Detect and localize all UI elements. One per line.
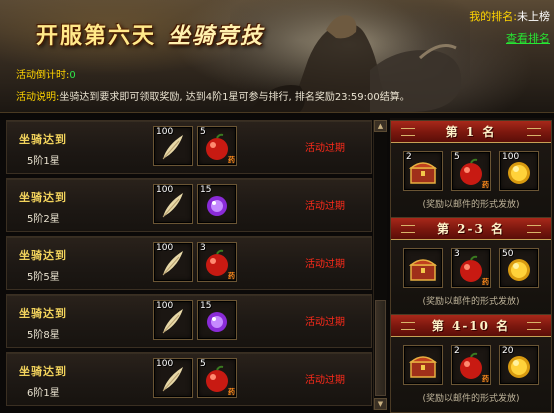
countdown-value: 0 bbox=[69, 70, 76, 81]
item-slot[interactable]: 15 bbox=[197, 184, 237, 224]
item-slot[interactable]: 5 药 bbox=[451, 151, 491, 191]
feather-icon bbox=[162, 251, 183, 276]
item-slot[interactable]: 15 bbox=[197, 300, 237, 340]
treasure-chest-icon bbox=[408, 356, 438, 378]
claim-status-expired[interactable]: 活动过期 bbox=[305, 197, 345, 212]
claim-status-expired[interactable]: 活动过期 bbox=[305, 313, 345, 328]
description-text: 坐骑达到要求即可领取奖励, 达到4阶1星可参与排行, 排名奖励23:59:00结… bbox=[59, 92, 410, 103]
reward-requirement: 6阶1星 bbox=[27, 388, 60, 399]
scroll-thumb[interactable] bbox=[375, 300, 386, 396]
reward-title: 坐骑达到 bbox=[19, 191, 67, 204]
item-slot[interactable]: 100 bbox=[153, 358, 193, 398]
ranking-rewards-panel: 第 1 名 2 5 药 100 (奖励以邮件的形式发放) 第 2-3 名 3 药… bbox=[390, 118, 554, 413]
item-slot[interactable]: 2 bbox=[403, 151, 443, 191]
activity-window: 开服第六天 坐骑竞技 我的排名:未上榜 查看排名 活动倒计时:0 活动说明:坐骑达… bbox=[0, 0, 554, 413]
rank-reward-box: 第 2-3 名 3 药 50 (奖励以邮件的形式发放) bbox=[390, 217, 552, 316]
scroll-up-button[interactable]: ▲ bbox=[374, 120, 387, 132]
reward-row: 坐骑达到 5阶8星 100 15 活动过期 bbox=[6, 294, 372, 348]
item-slot[interactable]: 100 bbox=[153, 184, 193, 224]
item-slot[interactable]: 3 药 bbox=[451, 248, 491, 288]
reward-title: 坐骑达到 bbox=[19, 133, 67, 146]
feather-icon bbox=[162, 193, 183, 218]
purple-orb-icon bbox=[207, 312, 227, 332]
treasure-chest-icon bbox=[408, 259, 438, 281]
mail-delivery-note: (奖励以邮件的形式发放) bbox=[422, 394, 520, 404]
countdown: 活动倒计时:0 bbox=[16, 66, 76, 81]
mail-delivery-note: (奖励以邮件的形式发放) bbox=[422, 297, 520, 307]
item-slot[interactable]: 100 bbox=[499, 151, 539, 191]
my-rank-value: 未上榜 bbox=[517, 10, 550, 23]
countdown-label: 活动倒计时: bbox=[16, 70, 70, 81]
mail-delivery-note: (奖励以邮件的形式发放) bbox=[422, 200, 520, 210]
item-slot[interactable] bbox=[403, 345, 443, 385]
reward-title: 坐骑达到 bbox=[19, 249, 67, 262]
item-slot[interactable]: 100 bbox=[153, 126, 193, 166]
gold-ingot-icon bbox=[508, 162, 530, 184]
item-slot[interactable]: 50 bbox=[499, 248, 539, 288]
reward-row: 坐骑达到 5阶1星 100 5 药 活动过期 bbox=[6, 120, 372, 174]
feather-icon bbox=[162, 309, 183, 334]
reward-requirement: 5阶2星 bbox=[27, 214, 60, 225]
feather-icon bbox=[162, 135, 183, 160]
my-rank-label: 我的排名: bbox=[469, 10, 517, 23]
reward-requirement: 5阶8星 bbox=[27, 330, 60, 341]
activity-description: 活动说明:坐骑达到要求即可领取奖励, 达到4阶1星可参与排行, 排名奖励23:5… bbox=[16, 88, 410, 103]
reward-list: 坐骑达到 5阶1星 100 5 药 活动过期 坐骑达到 5阶2星 100 15 … bbox=[0, 118, 372, 412]
event-banner: 开服第六天 坐骑竞技 我的排名:未上榜 查看排名 活动倒计时:0 活动说明:坐骑达… bbox=[0, 0, 554, 113]
rank-reward-box: 第 4-10 名 2 药 20 (奖励以邮件的形式发放) bbox=[390, 314, 552, 413]
feather-icon bbox=[162, 367, 183, 392]
claim-status-expired[interactable]: 活动过期 bbox=[305, 255, 345, 270]
item-slot[interactable]: 5 药 bbox=[197, 126, 237, 166]
rank-header: 第 2-3 名 bbox=[391, 218, 551, 240]
my-rank-box: 我的排名:未上榜 查看排名 bbox=[469, 8, 550, 46]
reward-row: 坐骑达到 5阶2星 100 15 活动过期 bbox=[6, 178, 372, 232]
gold-ingot-icon bbox=[508, 356, 530, 378]
purple-orb-icon bbox=[207, 196, 227, 216]
rank-reward-box: 第 1 名 2 5 药 100 (奖励以邮件的形式发放) bbox=[390, 120, 552, 219]
reward-title: 坐骑达到 bbox=[19, 307, 67, 320]
item-slot[interactable]: 2 药 bbox=[451, 345, 491, 385]
claim-status-expired[interactable]: 活动过期 bbox=[305, 371, 345, 386]
item-slot[interactable]: 100 bbox=[153, 300, 193, 340]
gold-ingot-icon bbox=[508, 259, 530, 281]
reward-requirement: 5阶1星 bbox=[27, 156, 60, 167]
event-title: 开服第六天 坐骑竞技 bbox=[36, 23, 265, 49]
item-slot[interactable] bbox=[403, 248, 443, 288]
scroll-down-button[interactable]: ▼ bbox=[374, 398, 387, 410]
description-label: 活动说明: bbox=[16, 92, 60, 103]
rank-header: 第 4-10 名 bbox=[391, 315, 551, 337]
item-slot[interactable]: 100 bbox=[153, 242, 193, 282]
treasure-chest-icon bbox=[408, 162, 438, 184]
reward-list-scrollbar[interactable]: ▲ ▼ bbox=[373, 120, 387, 410]
item-slot[interactable]: 5 药 bbox=[197, 358, 237, 398]
item-slot[interactable]: 20 bbox=[499, 345, 539, 385]
reward-title: 坐骑达到 bbox=[19, 365, 67, 378]
view-ranking-link[interactable]: 查看排名 bbox=[506, 30, 550, 46]
claim-status-expired[interactable]: 活动过期 bbox=[305, 139, 345, 154]
reward-requirement: 5阶5星 bbox=[27, 272, 60, 283]
reward-row: 坐骑达到 6阶1星 100 5 药 活动过期 bbox=[6, 352, 372, 406]
rank-header: 第 1 名 bbox=[391, 121, 551, 143]
reward-row: 坐骑达到 5阶5星 100 3 药 活动过期 bbox=[6, 236, 372, 290]
item-slot[interactable]: 3 药 bbox=[197, 242, 237, 282]
